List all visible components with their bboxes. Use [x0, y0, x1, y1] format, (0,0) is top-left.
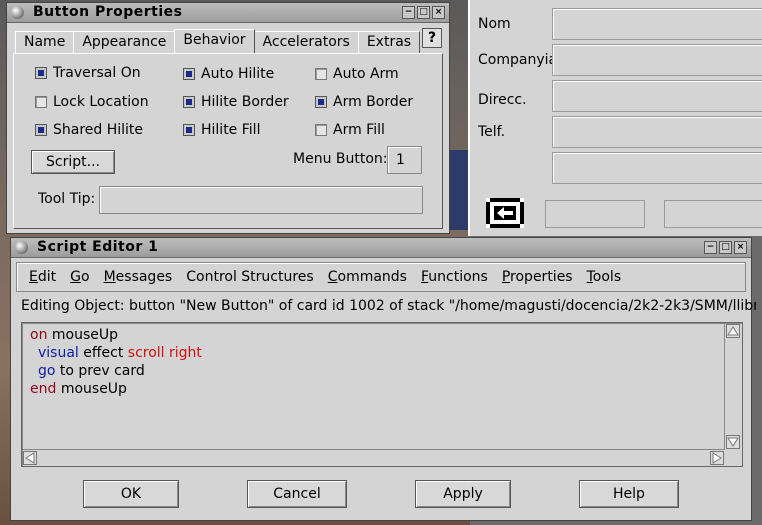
checkbox-box[interactable]: [315, 124, 327, 136]
checkbox-label: Auto Hilite: [201, 66, 275, 82]
field-extra[interactable]: [552, 152, 762, 184]
menu-functions[interactable]: Functions: [421, 269, 488, 285]
tooltip-label: Tool Tip:: [38, 191, 96, 207]
menu-control-structures[interactable]: Control Structures: [186, 269, 313, 285]
vertical-scrollbar[interactable]: [724, 323, 742, 450]
menu-bar: Edit Go Messages Control Structures Comm…: [16, 262, 746, 292]
window-title: Script Editor 1: [37, 239, 159, 255]
checkbox-auto-arm[interactable]: Auto Arm: [315, 66, 399, 82]
menu-tools[interactable]: Tools: [587, 269, 622, 285]
field-label-companyia: Companyia: [478, 52, 558, 68]
help-button[interactable]: Help: [579, 480, 679, 508]
field-label-telf: Telf.: [478, 124, 506, 140]
apply-button[interactable]: Apply: [415, 480, 511, 508]
maximize-icon[interactable]: □: [417, 6, 430, 19]
editing-object-path: Editing Object: button "New Button" of c…: [21, 298, 756, 314]
button-properties-window: Button Properties − □ × Name Appearance …: [6, 2, 450, 234]
window-menu-icon[interactable]: [15, 241, 28, 254]
maximize-icon[interactable]: □: [719, 241, 732, 254]
menu-messages[interactable]: Messages: [104, 269, 173, 285]
field-companyia[interactable]: [552, 44, 762, 76]
horizontal-scrollbar[interactable]: [22, 449, 725, 466]
window-title: Button Properties: [33, 4, 183, 20]
minimize-icon[interactable]: −: [402, 6, 415, 19]
minimize-icon[interactable]: −: [704, 241, 717, 254]
checkbox-box[interactable]: [183, 96, 195, 108]
checkbox-box[interactable]: [315, 96, 327, 108]
checkbox-label: Arm Fill: [333, 122, 385, 138]
script-button[interactable]: Script...: [31, 150, 115, 174]
code-line: on mouseUp: [30, 327, 119, 343]
tab-appearance[interactable]: Appearance: [73, 31, 176, 53]
checkbox-arm-border[interactable]: Arm Border: [315, 94, 413, 110]
titlebar[interactable]: Button Properties − □ ×: [7, 3, 449, 23]
card-window: Nom Companyia Direcc. Telf.: [468, 0, 762, 236]
checkbox-label: Arm Border: [333, 94, 414, 110]
checkbox-label: Lock Location: [53, 94, 149, 110]
field-label-direcc: Direcc.: [478, 92, 527, 108]
checkbox-label: Shared Hilite: [53, 122, 144, 138]
checkbox-box[interactable]: [35, 124, 47, 136]
code-line: go to prev card: [38, 363, 145, 379]
tab-bar: Name Appearance Behavior Accelerators Ex…: [15, 29, 421, 53]
checkbox-box[interactable]: [183, 68, 195, 80]
scroll-down-icon[interactable]: [726, 435, 740, 449]
tab-name[interactable]: Name: [15, 31, 75, 53]
code-line: end mouseUp: [30, 381, 127, 397]
prev-card-icon[interactable]: [486, 198, 524, 228]
field-direcc[interactable]: [552, 80, 762, 112]
checkbox-box[interactable]: [315, 68, 327, 80]
checkbox-lock-location[interactable]: Lock Location: [35, 94, 149, 110]
field-telf[interactable]: [552, 116, 762, 148]
menu-edit[interactable]: Edit: [29, 269, 56, 285]
menu-go[interactable]: Go: [70, 269, 89, 285]
card-small-field-2[interactable]: [664, 200, 762, 228]
checkbox-label: Auto Arm: [333, 66, 399, 82]
tab-behavior[interactable]: Behavior: [174, 29, 255, 53]
help-button[interactable]: ?: [422, 28, 442, 48]
scroll-right-icon[interactable]: [710, 451, 724, 465]
checkbox-box[interactable]: [35, 67, 47, 79]
titlebar[interactable]: Script Editor 1 − □ ×: [11, 238, 751, 258]
checkbox-label: Traversal On: [53, 65, 141, 81]
scroll-up-icon[interactable]: [726, 324, 740, 338]
close-icon[interactable]: ×: [734, 241, 747, 254]
window-menu-icon[interactable]: [11, 6, 24, 19]
field-nom[interactable]: [552, 8, 762, 40]
checkbox-box[interactable]: [35, 96, 47, 108]
code-line: visual effect scroll right: [38, 345, 202, 361]
checkbox-label: Hilite Fill: [201, 122, 261, 138]
checkbox-hilite-fill[interactable]: Hilite Fill: [183, 122, 260, 138]
menu-button-label: Menu Button:: [293, 151, 388, 167]
script-text-area[interactable]: on mouseUp visual effect scroll right go…: [21, 322, 743, 467]
tab-accelerators[interactable]: Accelerators: [253, 31, 359, 53]
tab-extras[interactable]: Extras: [357, 31, 421, 53]
card-small-field-1[interactable]: [545, 200, 645, 228]
checkbox-box[interactable]: [183, 124, 195, 136]
checkbox-arm-fill[interactable]: Arm Fill: [315, 122, 385, 138]
checkbox-hilite-border[interactable]: Hilite Border: [183, 94, 289, 110]
menu-properties[interactable]: Properties: [502, 269, 573, 285]
field-label-nom: Nom: [478, 16, 511, 32]
menu-button-input[interactable]: 1: [387, 146, 422, 174]
checkbox-auto-hilite[interactable]: Auto Hilite: [183, 66, 274, 82]
ok-button[interactable]: OK: [83, 480, 179, 508]
menu-commands[interactable]: Commands: [328, 269, 407, 285]
checkbox-traversal-on[interactable]: Traversal On: [35, 65, 141, 81]
cancel-button[interactable]: Cancel: [247, 480, 347, 508]
tooltip-input[interactable]: [99, 186, 423, 214]
checkbox-label: Hilite Border: [201, 94, 289, 110]
script-editor-window: Script Editor 1 − □ × Edit Go Messages C…: [10, 237, 756, 521]
close-icon[interactable]: ×: [432, 6, 445, 19]
checkbox-shared-hilite[interactable]: Shared Hilite: [35, 122, 143, 138]
scroll-left-icon[interactable]: [23, 451, 37, 465]
